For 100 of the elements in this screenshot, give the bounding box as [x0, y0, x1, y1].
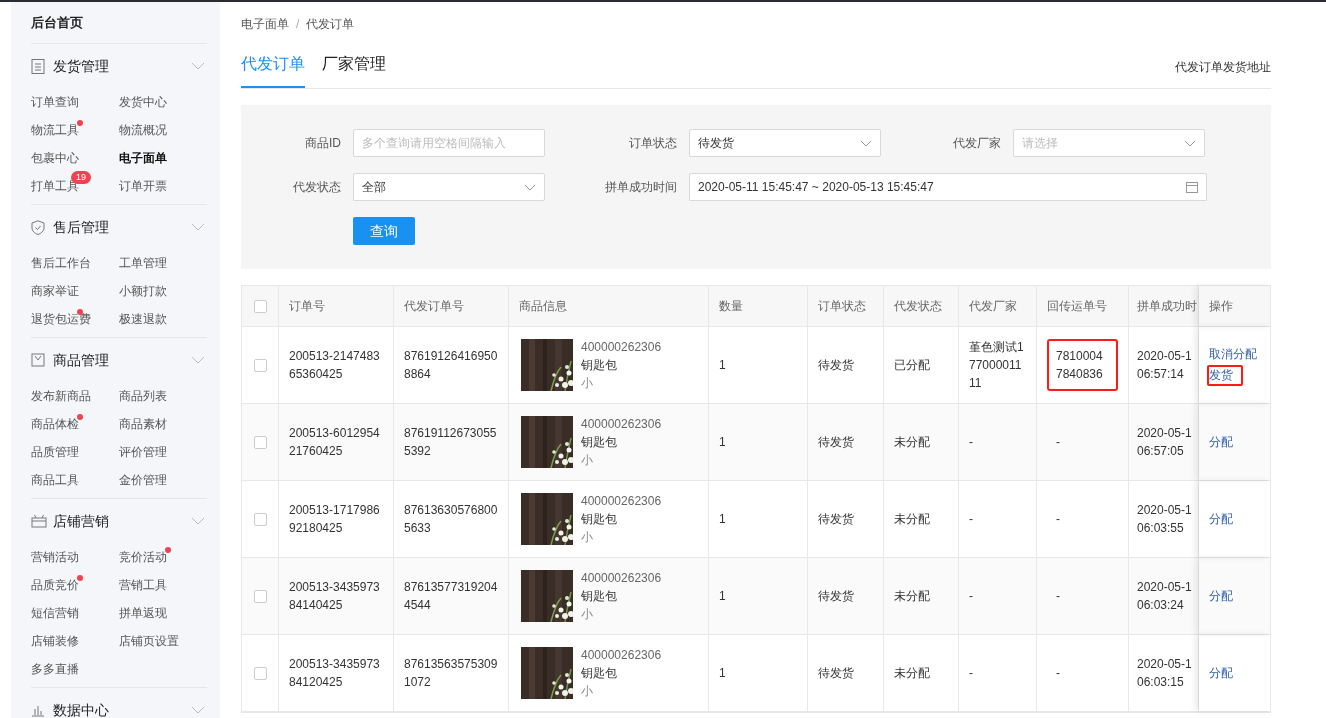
column-header: 订单状态	[818, 298, 866, 315]
menu-item[interactable]: 店铺页设置	[119, 632, 179, 650]
date-text: 2020-05-1	[1137, 656, 1192, 673]
chevron-icon[interactable]	[191, 517, 205, 525]
breadcrumb-item[interactable]: 代发订单	[306, 15, 355, 33]
chevron-icon[interactable]	[191, 706, 205, 714]
home-link[interactable]: 后台首页	[31, 2, 207, 44]
order-status: 待发货	[818, 357, 854, 374]
menu-group-title[interactable]: 售后管理	[53, 216, 191, 238]
chevron-icon	[1184, 139, 1196, 147]
document-icon	[31, 58, 45, 74]
menu-item[interactable]: 拼单返现	[119, 604, 167, 622]
order-status: 待发货	[818, 665, 854, 682]
menu-item[interactable]: 店铺装修	[31, 632, 79, 650]
dropship-order-number: 876136305768005633	[404, 502, 498, 537]
dropship-order-number: 876135635753091072	[404, 656, 498, 691]
date-text: 2020-05-1	[1137, 579, 1192, 596]
time-text: 06:03:24	[1137, 597, 1184, 614]
menu-item[interactable]: 商品素材	[119, 415, 167, 433]
menu-item[interactable]: 营销工具	[119, 576, 167, 594]
action-link[interactable]: 发货	[1207, 365, 1243, 386]
chevron-icon	[860, 139, 872, 147]
product-spec: 小	[581, 606, 594, 623]
menu-item[interactable]: 订单开票	[119, 177, 167, 195]
breadcrumb-separator: /	[296, 16, 300, 33]
menu-item[interactable]: 物流工具	[31, 121, 79, 139]
order-number: 200513-214748365360425	[289, 348, 381, 383]
order-number: 200513-601295421760425	[289, 425, 381, 460]
action-link[interactable]: 取消分配	[1207, 344, 1259, 365]
product-name: 钥匙包	[581, 511, 618, 528]
menu-item[interactable]: 商品列表	[119, 387, 167, 405]
menu-item[interactable]: 短信营销	[31, 604, 79, 622]
column-header: 商品信息	[519, 298, 567, 315]
checkbox[interactable]	[253, 666, 267, 680]
checkbox[interactable]	[253, 358, 267, 372]
menu-item[interactable]: 小额打款	[119, 282, 167, 300]
action-link[interactable]: 分配	[1207, 585, 1235, 607]
menu-item[interactable]: 竞价活动	[119, 548, 167, 566]
product-spec: 小	[581, 529, 594, 546]
shield-icon	[31, 219, 45, 235]
quantity: 1	[719, 588, 726, 605]
action-link[interactable]: 分配	[1207, 431, 1235, 453]
dropship-order-number: 876191264169508864	[404, 348, 498, 383]
checkbox[interactable]	[253, 589, 267, 603]
menu-item[interactable]: 物流概况	[119, 121, 167, 139]
tracking-number: -	[1055, 588, 1061, 605]
menu-item[interactable]: 营销活动	[31, 548, 79, 566]
menu-item[interactable]: 商品体检	[31, 415, 79, 433]
address-link[interactable]: 代发订单发货地址	[1175, 58, 1271, 76]
product-name: 钥匙包	[581, 665, 618, 682]
menu-item[interactable]: 包裹中心	[31, 149, 79, 167]
date-text: 2020-05-1	[1137, 348, 1192, 365]
menu-item[interactable]: 评价管理	[119, 443, 167, 461]
order-status: 待发货	[818, 588, 854, 605]
select-field[interactable]: 全部	[353, 173, 545, 201]
dropship-status: 未分配	[894, 511, 930, 528]
menu-item[interactable]: 品质竞价	[31, 576, 79, 594]
quantity: 1	[719, 665, 726, 682]
menu-group-title[interactable]: 店铺营销	[53, 510, 191, 532]
menu-item[interactable]: 金价管理	[119, 471, 167, 489]
menu-group-title[interactable]: 商品管理	[53, 349, 191, 371]
menu-item[interactable]: 订单查询	[31, 93, 79, 111]
action-link[interactable]: 分配	[1207, 508, 1235, 530]
menu-group-title[interactable]: 数据中心	[53, 699, 191, 718]
product-sku: 400000262306	[581, 493, 662, 510]
menu-group-title[interactable]: 发货管理	[53, 55, 191, 77]
tab[interactable]: 厂家管理	[322, 45, 386, 88]
menu-item[interactable]: 发布新商品	[31, 387, 91, 405]
menu-item[interactable]: 多多直播	[31, 660, 79, 678]
factory-name: 堇色测试17700001111	[969, 339, 1025, 392]
menu-item[interactable]: 极速退款	[119, 310, 167, 328]
menu-item[interactable]: 品质管理	[31, 443, 79, 461]
menu-item[interactable]: 电子面单	[119, 149, 167, 167]
order-number: 200513-343597384140425	[289, 579, 381, 614]
product-sku: 400000262306	[581, 647, 662, 664]
menu-item[interactable]: 发货中心	[119, 93, 167, 111]
column-header: 代发订单号	[404, 298, 464, 315]
breadcrumb-item[interactable]: 电子面单	[241, 15, 289, 33]
factory-name: -	[969, 665, 973, 682]
date-text: 2020-05-1	[1137, 502, 1192, 519]
menu-item[interactable]: 工单管理	[119, 254, 167, 272]
product-spec: 小	[581, 683, 594, 700]
action-link[interactable]: 分配	[1207, 662, 1235, 684]
checkbox[interactable]	[253, 435, 267, 449]
product-sku: 400000262306	[581, 339, 662, 356]
menu-item[interactable]: 商品工具	[31, 471, 79, 489]
menu-item[interactable]: 售后工作台	[31, 254, 91, 272]
chevron-icon[interactable]	[191, 356, 205, 364]
menu-item[interactable]: 退货包运费	[31, 310, 91, 328]
checkbox[interactable]	[253, 299, 267, 313]
field-label: 代发厂家	[952, 135, 1001, 152]
menu-item[interactable]: 商家举证	[31, 282, 79, 300]
bag-icon	[31, 353, 45, 367]
time-text: 06:03:55	[1137, 520, 1184, 537]
date-range-field[interactable]: 2020-05-11 15:45:47 ~ 2020-05-13 15:45:47	[689, 173, 1207, 201]
select-field[interactable]: 待发货	[689, 129, 881, 157]
chevron-icon[interactable]	[191, 62, 205, 70]
chevron-icon[interactable]	[191, 223, 205, 231]
checkbox[interactable]	[253, 512, 267, 526]
quantity: 1	[719, 434, 726, 451]
